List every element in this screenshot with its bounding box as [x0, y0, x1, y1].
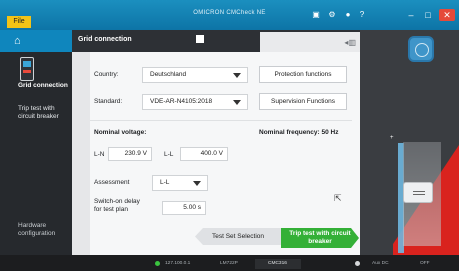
standard-value: VDE-AR-N4105:2018	[150, 98, 213, 105]
country-select[interactable]: Deutschland	[142, 67, 248, 83]
slider-handle[interactable]	[403, 182, 433, 203]
status-power: Aux DC	[372, 261, 389, 266]
inverter-icon	[20, 57, 34, 81]
sidebar-item-hardware-configuration[interactable]: Hardware configuration	[18, 222, 68, 238]
content-side-strip	[72, 52, 90, 255]
info-icon[interactable]: ●	[343, 10, 353, 20]
nominal-voltage-label: Nominal voltage:	[94, 129, 147, 136]
ln-label: L-N	[94, 151, 105, 158]
power-toggle-button[interactable]	[408, 36, 434, 62]
switch-on-delay-label: Switch-on delay for test plan	[94, 198, 140, 213]
connection-status-icon	[155, 261, 160, 266]
assessment-value: L-L	[160, 179, 170, 186]
status-device: LM722P	[220, 261, 238, 266]
standard-select[interactable]: VDE-AR-N4105:2018	[142, 94, 248, 110]
test-set-selection-button[interactable]: Test Set Selection	[195, 228, 281, 245]
minimize-button[interactable]: –	[405, 9, 417, 21]
chevron-down-icon	[233, 73, 241, 78]
stop-icon[interactable]	[196, 35, 204, 43]
status-ip: 127.100.0.1	[165, 261, 191, 266]
switch-on-delay-input[interactable]: 5.00 s	[162, 201, 206, 215]
maximize-button[interactable]: □	[422, 9, 434, 21]
nominal-frequency-label: Nominal frequency: 50 Hz	[259, 129, 339, 136]
sidebar-item-grid-connection[interactable]: Grid connection	[18, 82, 72, 90]
app-title: OMICRON CMCheck NE	[193, 10, 266, 16]
home-icon: ⌂	[14, 35, 21, 47]
mouse-cursor-icon: ⇱	[334, 193, 342, 203]
window-icon[interactable]: ▣	[311, 10, 321, 20]
close-button[interactable]: ✕	[439, 9, 455, 21]
grid-connection-form: Country: Deutschland Protection function…	[72, 52, 360, 255]
home-button[interactable]: ⌂	[0, 30, 72, 52]
power-status-icon	[355, 261, 360, 266]
status-bar: 127.100.0.1 LM722P CMC316 Aux DC OFF	[0, 255, 459, 271]
view-tab[interactable]: ◂▥	[260, 32, 360, 52]
sidebar-item-trip-test[interactable]: Trip test with circuit breaker	[18, 105, 72, 121]
grip-icon	[413, 191, 425, 192]
sidebar: ⌂ Grid connection Trip test with circuit…	[0, 30, 72, 255]
plus-icon: +	[390, 135, 394, 141]
collapse-icon: ◂▥	[344, 38, 356, 47]
chevron-down-icon	[193, 181, 201, 186]
settings-icon[interactable]: ⚙	[327, 10, 337, 20]
ll-label: L-L	[164, 151, 174, 158]
assessment-select[interactable]: L-L	[152, 175, 208, 191]
assessment-label: Assessment	[94, 179, 130, 186]
status-mode: CMC316	[268, 261, 287, 266]
trip-test-button[interactable]: Trip test with circuit breaker	[281, 228, 359, 248]
supervision-functions-button[interactable]: Supervision Functions	[259, 93, 347, 110]
right-control-panel: +	[360, 30, 459, 255]
panel-title: Grid connection	[78, 36, 132, 43]
file-menu-button[interactable]: File	[7, 16, 31, 28]
divider	[90, 120, 352, 121]
grip-icon	[413, 194, 425, 195]
protection-functions-button[interactable]: Protection functions	[259, 66, 347, 83]
ln-voltage-input[interactable]: 230.9 V	[108, 147, 152, 161]
panel-footer: Test Set Selection Trip test with circui…	[72, 228, 360, 255]
chevron-down-icon	[233, 100, 241, 105]
ll-voltage-input[interactable]: 400.0 V	[180, 147, 228, 161]
country-label: Country:	[94, 71, 119, 78]
help-icon[interactable]: ?	[357, 10, 367, 20]
standard-label: Standard:	[94, 98, 123, 105]
panel-header: Grid connection ◂▥	[72, 30, 360, 52]
country-value: Deutschland	[150, 71, 187, 78]
status-state: OFF	[420, 261, 430, 266]
title-bar: File OMICRON CMCheck NE ▣ ⚙ ● ? – □ ✕	[0, 0, 459, 30]
